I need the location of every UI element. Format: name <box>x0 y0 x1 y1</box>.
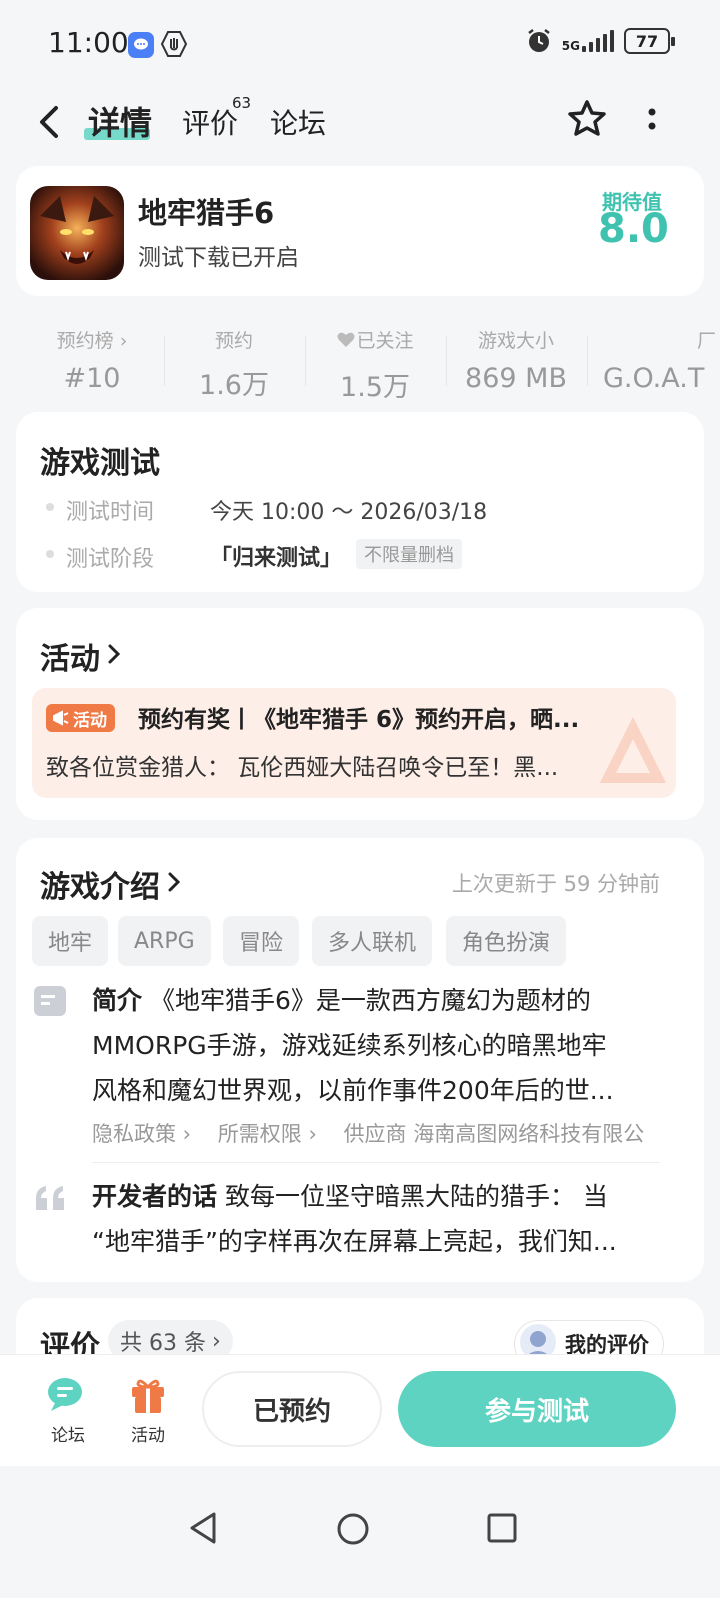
activity-headline: 预约有奖丨《地牢猎手 6》预约开启，晒... <box>138 707 580 733</box>
tag-chip[interactable]: 角色扮演 <box>446 916 567 966</box>
activity-item[interactable]: 活动 预约有奖丨《地牢猎手 6》预约开启，晒... 致各位赏金猎人： 瓦伦西娅大… <box>32 688 676 798</box>
test-phase-tag: 不限量删档 <box>356 539 462 569</box>
join-test-button[interactable]: 参与测试 <box>398 1371 676 1447</box>
stat-size-label: 游戏大小 <box>477 330 554 352</box>
tab-details[interactable]: 详情 <box>88 98 152 144</box>
stat-followers-value: 1.5万 <box>340 372 410 403</box>
bullet <box>46 503 54 511</box>
gift-icon <box>132 1379 164 1413</box>
intro-updated: 上次更新于 59 分钟前 <box>451 872 660 896</box>
signal-icon <box>582 30 614 52</box>
game-icon[interactable] <box>30 186 124 280</box>
summary-block[interactable]: 简介 《地牢猎手6》是一款西方魔幻为题材的 MMORPG手游，游戏延续系列核心的… <box>92 978 692 1113</box>
stat-rank-label: 预约榜 <box>56 330 114 352</box>
activity-shortcut-label: 活动 <box>131 1426 165 1446</box>
forum-shortcut[interactable]: 论坛 <box>46 1375 90 1446</box>
nav-back-icon[interactable] <box>186 1510 220 1546</box>
game-subtitle: 测试下载已开启 <box>138 245 299 271</box>
privacy-policy-link[interactable]: 隐私政策 › <box>92 1122 191 1146</box>
intro-header[interactable]: 游戏介绍 <box>40 862 182 906</box>
stat-followers-label: 已关注 <box>356 330 414 352</box>
chevron-right-icon <box>106 642 122 670</box>
test-phase-label: 测试阶段 <box>66 547 155 572</box>
privacy-policy-label: 隐私政策 <box>92 1122 176 1146</box>
nav-recents-icon[interactable] <box>486 1512 518 1544</box>
developer-note[interactable]: 开发者的话 致每一位坚守暗黑大陆的猎手： 当 “地牢猎手”的字样再次在屏幕上亮起… <box>92 1174 662 1264</box>
chevron-right-icon <box>166 870 182 898</box>
battery-level: 77 <box>635 31 659 51</box>
tab-reviews[interactable]: 评价 <box>182 102 238 142</box>
summary-line: 《地牢猎手6》是一款西方魔幻为题材的 <box>149 986 591 1015</box>
permissions-label: 所需权限 <box>217 1122 302 1146</box>
nav-home-icon[interactable] <box>336 1512 370 1546</box>
intro-links: 隐私政策 › 所需权限 › 供应商 海南高图网络科技有限公 <box>92 1118 676 1148</box>
activity-title: 活动 <box>40 642 100 677</box>
tag-chip[interactable]: 多人联机 <box>312 916 433 966</box>
battery-icon: 77 <box>624 28 675 54</box>
tag-chip[interactable]: 冒险 <box>223 916 300 966</box>
score-value: 8.0 <box>598 206 669 252</box>
permissions-link[interactable]: 所需权限 › <box>218 1122 317 1146</box>
reviews-count-label: 共 63 条 <box>120 1331 206 1356</box>
test-time-value: 今天 10:00 ～ 2026/03/18 <box>210 500 488 525</box>
bullet <box>46 550 54 558</box>
supplier-info: 供应商 海南高图网络科技有限公 <box>343 1122 645 1146</box>
game-title: 地牢猎手6 <box>138 196 275 230</box>
developer-note-line: 致每一位坚守暗黑大陆的猎手： 当 <box>224 1182 608 1211</box>
stat-followers[interactable]: 已关注 1.5万 <box>305 326 445 404</box>
stat-developer[interactable]: 厂 G.O.A.T <box>603 326 720 396</box>
test-title: 游戏测试 <box>40 446 160 481</box>
stat-size-value: 869 MB <box>465 363 567 394</box>
summary-line: MMORPG手游，游戏延续系列核心的暗黑地牢 <box>92 1031 607 1060</box>
summary-label: 简介 <box>92 986 143 1015</box>
stat-developer-value: G.O.A.T <box>603 363 705 394</box>
tag-chip[interactable]: ARPG <box>118 916 211 966</box>
bottom-action-bar: 论坛 活动 已预约 参与测试 <box>0 1354 720 1466</box>
forum-icon <box>48 1378 82 1411</box>
chevron-right-icon: › <box>119 330 128 352</box>
stat-developer-label: 厂 <box>696 330 716 352</box>
favorite-star-icon[interactable] <box>566 98 608 144</box>
summary-icon <box>34 986 66 1020</box>
tag-chip[interactable]: 地牢 <box>32 916 109 966</box>
message-app-icon <box>128 32 154 58</box>
reserved-button[interactable]: 已预约 <box>202 1371 382 1447</box>
test-time-label: 测试时间 <box>66 500 155 525</box>
activity-badge: 活动 <box>46 704 115 732</box>
megaphone-icon <box>53 710 69 726</box>
activity-header[interactable]: 活动 <box>40 634 122 678</box>
status-time: 11:00 <box>48 26 129 59</box>
status-indicators: 5G 77 <box>526 28 675 54</box>
test-phase-value: 「归来测试」 <box>210 546 343 571</box>
stat-size: 游戏大小 869 MB <box>446 326 586 394</box>
system-navigation-bar <box>0 1466 720 1598</box>
summary-line: 风格和魔幻世界观，以前作事件200年后的世... <box>92 1076 614 1105</box>
alarm-icon <box>528 29 550 52</box>
status-bar: 11:00 5G 77 <box>0 0 720 90</box>
stat-rank-value: #10 <box>63 363 121 394</box>
activity-badge-label: 活动 <box>73 710 107 731</box>
chevron-right-icon: › <box>211 1328 221 1354</box>
activity-body: 致各位赏金猎人： 瓦伦西娅大陆召唤令已至！黑... <box>46 755 559 781</box>
quote-icon <box>34 1184 68 1216</box>
forum-shortcut-label: 论坛 <box>51 1426 85 1446</box>
developer-note-line: “地牢猎手”的字样再次在屏幕上亮起，我们知... <box>92 1227 617 1256</box>
developer-note-label: 开发者的话 <box>92 1182 218 1211</box>
hand-icon <box>160 30 188 58</box>
back-button[interactable] <box>36 100 76 144</box>
divider <box>92 1162 660 1163</box>
stat-divider <box>587 336 588 386</box>
network-label: 5G <box>561 39 580 53</box>
intro-title: 游戏介绍 <box>40 870 160 905</box>
tab-forum[interactable]: 论坛 <box>270 102 326 142</box>
heart-icon <box>336 330 356 355</box>
stat-reservations-label: 预约 <box>214 330 253 352</box>
more-options-icon[interactable] <box>640 104 664 138</box>
stat-reservations-value: 1.6万 <box>199 370 269 401</box>
reviews-count-badge: 63 <box>232 94 252 112</box>
stat-rank[interactable]: 预约榜 › #10 <box>22 326 162 394</box>
stat-reservations: 预约 1.6万 <box>164 326 304 402</box>
activity-shortcut[interactable]: 活动 <box>126 1375 170 1446</box>
